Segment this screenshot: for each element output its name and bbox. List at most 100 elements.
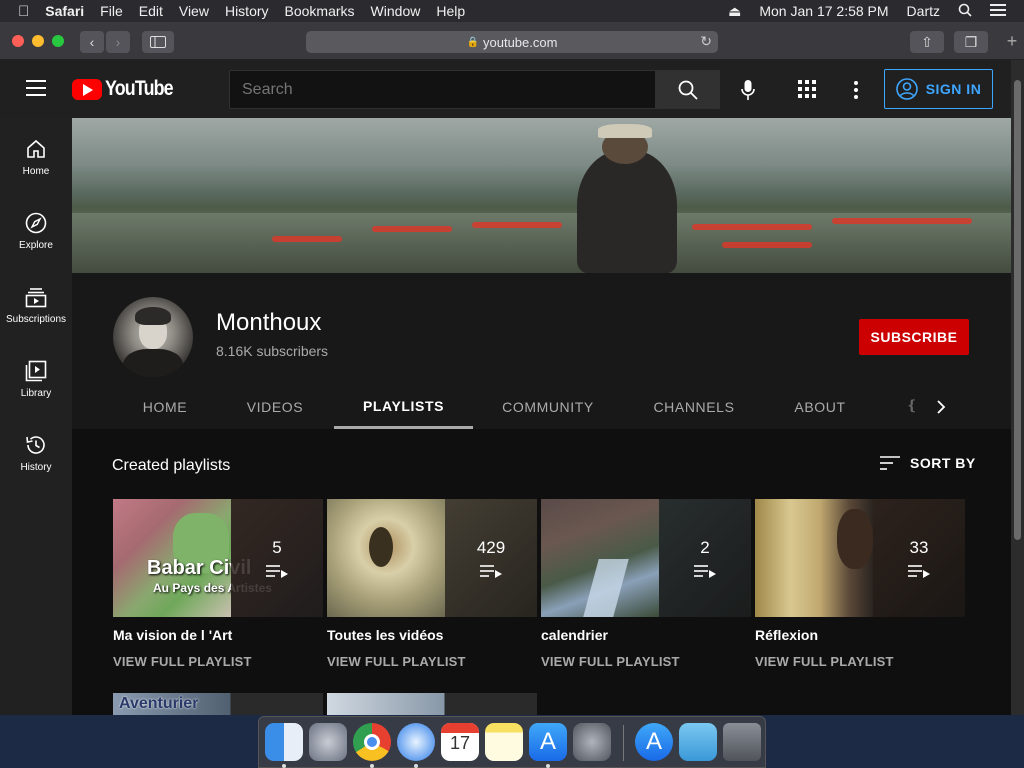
section-title: Created playlists: [112, 457, 231, 474]
playlist-count-overlay: 5: [231, 499, 323, 617]
chrome-icon[interactable]: [353, 723, 391, 761]
menubar-user[interactable]: Dartz: [907, 3, 940, 19]
playlist-thumbnail[interactable]: 2: [541, 499, 751, 617]
playlist-title[interactable]: Toutes les vidéos: [327, 627, 537, 643]
tabs-scroll-right-button[interactable]: [929, 395, 953, 419]
sidebar-item-subscriptions[interactable]: Subscriptions: [0, 266, 72, 340]
view-full-playlist-link[interactable]: VIEW FULL PLAYLIST: [113, 654, 323, 669]
playlist-play-icon: [908, 565, 930, 578]
sidebar-item-home[interactable]: Home: [0, 118, 72, 192]
playlist-thumbnail[interactable]: 429: [327, 499, 537, 617]
sidebar-item-history[interactable]: History: [0, 414, 72, 488]
reload-icon[interactable]: ↻: [700, 33, 712, 50]
tab-home[interactable]: HOME: [128, 385, 202, 429]
person-face: [837, 509, 873, 569]
menu-view[interactable]: View: [179, 3, 209, 19]
sidebar-item-library[interactable]: Library: [0, 340, 72, 414]
launchpad-icon[interactable]: [309, 723, 347, 761]
tab-playlists[interactable]: PLAYLISTS: [334, 385, 473, 429]
menu-app-name[interactable]: Safari: [45, 3, 84, 19]
tab-about[interactable]: ABOUT: [788, 385, 852, 429]
forward-button[interactable]: ›: [106, 31, 130, 53]
sign-in-label: SIGN IN: [925, 81, 982, 97]
menu-bookmarks[interactable]: Bookmarks: [285, 3, 355, 19]
banner-poppy: [692, 224, 812, 230]
menu-help[interactable]: Help: [436, 3, 465, 19]
view-full-playlist-link[interactable]: VIEW FULL PLAYLIST: [541, 654, 751, 669]
tab-videos[interactable]: VIDEOS: [238, 385, 312, 429]
playlist-card[interactable]: 429 Toutes les vidéos VIEW FULL PLAYLIST: [327, 499, 537, 669]
thumbnail-image: [755, 499, 873, 617]
apple-menu-icon[interactable]: : [18, 3, 29, 20]
menu-window[interactable]: Window: [371, 3, 421, 19]
search-icon: [678, 80, 698, 100]
spotlight-search-icon[interactable]: [958, 3, 972, 20]
app-store-downloads-icon[interactable]: A: [635, 723, 673, 761]
sidebar-label-history: History: [20, 462, 52, 473]
trash-icon[interactable]: [723, 723, 761, 761]
safari-toolbar: ‹ › 🔒 youtube.com ↻ ⇧ ❐ +: [0, 22, 1024, 60]
tab-channels[interactable]: CHANNELS: [646, 385, 742, 429]
sidebar-item-explore[interactable]: Explore: [0, 192, 72, 266]
finder-icon[interactable]: [265, 723, 303, 761]
tab-community[interactable]: COMMUNITY: [492, 385, 604, 429]
sign-in-button[interactable]: SIGN IN: [884, 69, 993, 109]
address-bar[interactable]: 🔒 youtube.com ↻: [306, 31, 718, 53]
playlist-card[interactable]: 2 calendrier VIEW FULL PLAYLIST: [541, 499, 751, 669]
eject-icon[interactable]: ⏏: [728, 3, 741, 20]
subscribe-button[interactable]: SUBSCRIBE: [859, 319, 969, 355]
tab-search-icon[interactable]: ❴: [906, 397, 918, 414]
app-store-icon[interactable]: A: [529, 723, 567, 761]
safari-icon[interactable]: [397, 723, 435, 761]
sidebar-toggle-button[interactable]: [142, 31, 174, 53]
playlist-thumbnail[interactable]: Babar Civil Au Pays des Artistes 5: [113, 499, 323, 617]
scrollbar-thumb[interactable]: [1014, 80, 1021, 540]
menubar-datetime[interactable]: Mon Jan 17 2:58 PM: [759, 3, 888, 19]
downloads-folder-icon[interactable]: [679, 723, 717, 761]
playlist-count-overlay: 429: [445, 499, 537, 617]
youtube-logo[interactable]: YouTube: [72, 77, 185, 101]
menu-edit[interactable]: Edit: [139, 3, 163, 19]
view-full-playlist-link[interactable]: VIEW FULL PLAYLIST: [755, 654, 965, 669]
thumbnail-text: Aventurier: [119, 695, 199, 712]
notes-icon[interactable]: [485, 723, 523, 761]
macos-menubar:  Safari File Edit View History Bookmark…: [0, 0, 1024, 22]
playlist-title[interactable]: Ma vision de l 'Art: [113, 627, 323, 643]
hamburger-menu-icon[interactable]: [26, 80, 46, 96]
banner-poppy: [272, 236, 342, 242]
channel-avatar[interactable]: [113, 297, 193, 377]
control-center-icon[interactable]: [990, 3, 1006, 19]
playlist-thumbnail[interactable]: Aventurier: [113, 693, 323, 715]
calendar-icon[interactable]: 17: [441, 723, 479, 761]
more-options-icon[interactable]: [846, 78, 866, 102]
page-scrollbar[interactable]: [1011, 60, 1024, 715]
playlist-thumbnail[interactable]: 33: [755, 499, 965, 617]
share-button[interactable]: ⇧: [910, 31, 944, 53]
playlist-card[interactable]: 33 Réflexion VIEW FULL PLAYLIST: [755, 499, 965, 669]
view-full-playlist-link[interactable]: VIEW FULL PLAYLIST: [327, 654, 537, 669]
subscriber-count: 8.16K subscribers: [216, 343, 329, 359]
playlist-card[interactable]: Babar Civil Au Pays des Artistes 5 Ma vi…: [113, 499, 323, 669]
channel-name: Monthoux: [216, 309, 322, 336]
playlist-title[interactable]: calendrier: [541, 627, 751, 643]
lock-icon: 🔒: [466, 36, 479, 48]
playlist-play-icon: [694, 565, 716, 578]
minimize-window-button[interactable]: [32, 35, 44, 47]
playlist-play-icon: [266, 565, 288, 578]
tab-overview-button[interactable]: ❐: [954, 31, 988, 53]
search-button[interactable]: [656, 70, 720, 109]
voice-search-button[interactable]: [732, 74, 764, 106]
search-input[interactable]: [229, 70, 656, 109]
menu-history[interactable]: History: [225, 3, 269, 19]
system-preferences-icon[interactable]: [573, 723, 611, 761]
sort-by-button[interactable]: SORT BY: [880, 455, 976, 471]
dock-separator: [623, 725, 624, 761]
apps-grid-icon[interactable]: [798, 80, 818, 100]
zoom-window-button[interactable]: [52, 35, 64, 47]
back-button[interactable]: ‹: [80, 31, 104, 53]
close-window-button[interactable]: [12, 35, 24, 47]
new-tab-icon[interactable]: +: [1000, 31, 1024, 55]
playlist-title[interactable]: Réflexion: [755, 627, 965, 643]
playlist-thumbnail[interactable]: [327, 693, 537, 715]
menu-file[interactable]: File: [100, 3, 123, 19]
